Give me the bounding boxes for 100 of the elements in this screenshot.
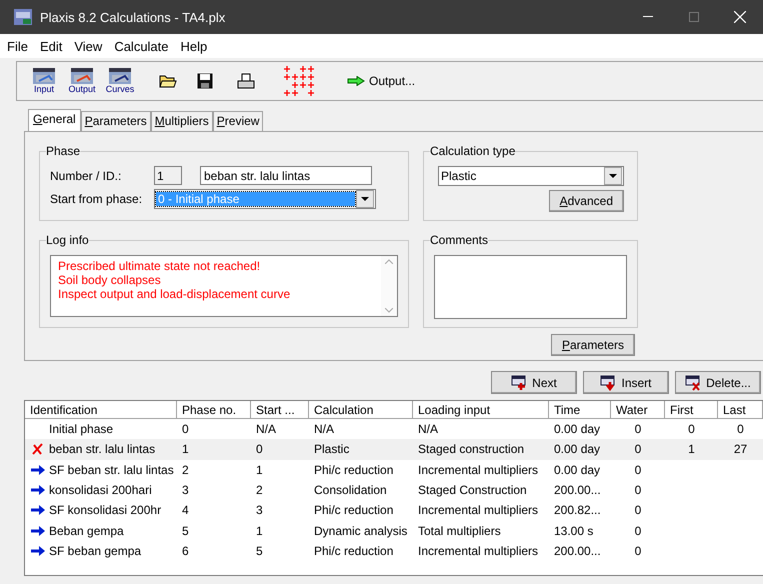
tab[interactable]: Parameters	[80, 111, 151, 131]
mesh-icon[interactable]	[283, 65, 315, 97]
table-cell: Beban gempa	[49, 524, 124, 538]
menu-item[interactable]: Help	[176, 38, 216, 54]
insert-icon	[600, 374, 618, 390]
table-cell: 0.00 day	[554, 462, 600, 477]
close-icon[interactable]	[734, 11, 746, 23]
table-cell: 200.00...	[554, 544, 601, 558]
calculation-type-dropdown[interactable]: Plastic	[438, 166, 624, 186]
arrow-icon	[30, 524, 46, 537]
column-header[interactable]: First	[665, 401, 718, 419]
arrow-icon	[347, 76, 365, 86]
column-header[interactable]: Calculation	[309, 401, 413, 419]
group-title: Calculation type	[430, 144, 516, 158]
menu-item[interactable]: View	[70, 38, 110, 54]
table-cell: Staged Construction	[418, 483, 527, 498]
app-icon	[14, 9, 32, 25]
tab[interactable]: Preview	[212, 111, 264, 131]
table-cell: beban str. lalu lintas	[49, 442, 156, 456]
table-cell: 2	[256, 483, 263, 498]
table-cell: 0	[634, 422, 642, 436]
output-button[interactable]: Output...	[347, 74, 416, 88]
phase-button[interactable]: Insert	[583, 371, 669, 394]
table-cell: Initial phase	[49, 422, 114, 436]
table-cell: 5	[182, 524, 189, 538]
table-cell: SF konsolidasi 200hr	[49, 503, 162, 518]
table-row[interactable]: SF konsolidasi 200hr 4 3 Phi/c reduction Incremental multipliers 200.82... 0	[25, 500, 763, 520]
name-field[interactable]: beban str. lalu lintas	[200, 166, 372, 185]
field-label: Start from phase:	[50, 192, 144, 206]
log-text: Prescribed ultimate state not reached! Soil body collapses Inspect output and load-displacement curve	[57, 258, 292, 303]
column-header[interactable]: Identification	[25, 401, 177, 419]
delete-icon	[685, 374, 702, 390]
table-cell: 0	[634, 483, 642, 498]
table-row[interactable]: SF beban gempa 6 5 Phi/c reduction Incremental multipliers 200.00... 0	[25, 540, 763, 562]
save-icon[interactable]	[197, 73, 213, 89]
menu-item[interactable]: Calculate	[110, 38, 177, 54]
table-cell: 1	[688, 442, 695, 456]
tab[interactable]: General	[28, 109, 81, 131]
column-header[interactable]: Time	[549, 401, 611, 419]
column-header[interactable]: Loading input	[413, 401, 549, 419]
advanced-button[interactable]: Advanced	[548, 190, 624, 212]
window-title: Plaxis 8.2 Calculations - TA4.plx	[40, 10, 226, 24]
column-header[interactable]: Last	[718, 401, 763, 419]
table-cell: Incremental multipliers	[418, 462, 538, 477]
column-header[interactable]: Phase no.	[177, 401, 251, 419]
maximize-icon	[689, 12, 699, 22]
column-header[interactable]: Water	[611, 401, 665, 419]
tab[interactable]: Multipliers	[150, 111, 213, 131]
arrow-icon	[30, 484, 46, 496]
group-title: Comments	[430, 233, 488, 247]
table-cell: Incremental multipliers	[418, 544, 538, 558]
toolbar-button[interactable]: Output	[63, 68, 101, 94]
curves-icon	[109, 68, 131, 84]
column-header[interactable]: Start ...	[251, 401, 309, 419]
table-cell: 0	[634, 544, 642, 558]
table-cell: Incremental multipliers	[418, 503, 538, 518]
table-cell: 27	[734, 442, 748, 456]
table-cell: 5	[256, 544, 263, 558]
table-row[interactable]: SF beban str. lalu lintas 2 1 Phi/c reduction Incremental multipliers 0.00 day 0	[25, 460, 763, 480]
table-cell: 6	[182, 544, 189, 558]
table-cell: 200.00...	[554, 483, 601, 498]
table-cell: 1	[256, 524, 263, 538]
arrow-icon	[30, 504, 46, 516]
toolbar-button[interactable]: Input	[25, 68, 63, 94]
next-icon	[511, 374, 528, 390]
table-cell: Plastic	[314, 442, 350, 456]
table-cell: Staged construction	[418, 442, 524, 456]
parameters-button[interactable]: Parameters	[550, 334, 635, 356]
print-icon[interactable]	[237, 73, 255, 89]
phase-button[interactable]: Next	[491, 371, 577, 394]
table-row[interactable]: beban str. lalu lintas 1 0 Plastic Staged construction 0.00 day 0 1 27	[25, 439, 763, 460]
table-cell: 0.00 day	[554, 442, 600, 456]
table-cell: 1	[256, 462, 263, 477]
table-cell: 0	[634, 503, 642, 518]
table-cell: 0	[688, 422, 695, 436]
toolbar-button[interactable]: Curves	[101, 68, 139, 94]
comments-field[interactable]	[434, 255, 627, 319]
table-cell: konsolidasi 200hari	[49, 483, 152, 498]
input-icon	[33, 68, 55, 84]
group-title: Log info	[46, 233, 89, 247]
table-row[interactable]: Beban gempa 5 1 Dynamic analysis Total multipliers 13.00 s 0	[25, 520, 763, 541]
table-cell: 2	[182, 462, 189, 477]
table-cell: 13.00 s	[554, 524, 594, 538]
table-cell: 0	[634, 524, 642, 538]
table-cell: SF beban str. lalu lintas	[49, 462, 174, 477]
table-cell: 3	[256, 503, 263, 518]
menu-item[interactable]: Edit	[36, 38, 70, 54]
table-cell: Phi/c reduction	[314, 544, 394, 558]
phase-button[interactable]: Delete...	[675, 371, 761, 394]
table-row[interactable]: konsolidasi 200hari 3 2 Consolidation Staged Construction 200.00... 0	[25, 480, 763, 500]
table-row[interactable]: Initial phase 0 N/A N/A N/A 0.00 day 0 0 0	[25, 419, 763, 440]
table-cell: 0	[634, 462, 642, 477]
scroll-up-icon	[385, 259, 393, 264]
table-cell: Total multipliers	[418, 524, 501, 538]
number-field: 1	[154, 166, 182, 185]
minimize-icon[interactable]	[643, 16, 653, 18]
output-icon	[71, 68, 93, 84]
table-cell: Phi/c reduction	[314, 462, 394, 477]
menu-item[interactable]: File	[3, 38, 36, 54]
open-folder-icon[interactable]	[159, 74, 177, 88]
